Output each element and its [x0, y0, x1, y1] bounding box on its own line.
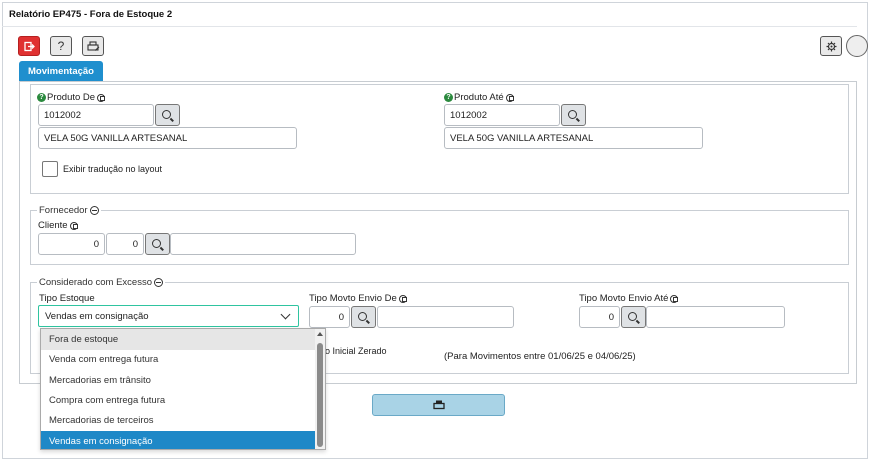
search-icon [568, 109, 577, 119]
help-button[interactable]: ? [50, 36, 72, 56]
produto-de-code-input[interactable]: 1012002 [38, 104, 154, 126]
print-button[interactable] [82, 36, 104, 56]
produto-ate-desc-field[interactable]: VELA 50G VANILLA ARTESANAL [444, 127, 703, 149]
produto-ate-label: ? Produto Até [444, 92, 514, 103]
dropdown-option[interactable]: Fora de estoque [41, 329, 316, 350]
tipo-estoque-select[interactable]: Vendas em consignação [38, 305, 299, 327]
produto-ate-code-input[interactable]: 1012002 [444, 104, 560, 126]
produto-de-desc-field[interactable]: VELA 50G VANILLA ARTESANAL [38, 127, 297, 149]
produto-de-label: ? Produto De [37, 92, 106, 103]
tipo-movto-ate-desc-field[interactable] [646, 306, 785, 328]
tipo-movto-de-desc-field[interactable] [377, 306, 514, 328]
generate-report-button[interactable] [372, 394, 505, 416]
fornecedor-legend-text: Fornecedor [39, 205, 88, 216]
copy-icon[interactable] [398, 294, 407, 303]
excesso-legend-text: Considerado com Excesso [39, 277, 152, 288]
window-title: Relatório EP475 - Fora de Estoque 2 [9, 9, 173, 20]
tipo-movto-de-label: Tipo Movto Envio De [309, 293, 407, 304]
tipo-estoque-value: Vendas em consignação [45, 310, 149, 322]
cliente-search-button[interactable] [145, 233, 170, 255]
tab-movimentacao[interactable]: Movimentação [19, 61, 103, 82]
tipo-movto-ate-label: Tipo Movto Envio Até [579, 293, 679, 304]
copy-icon[interactable] [670, 294, 679, 303]
exit-button[interactable] [18, 36, 40, 56]
search-icon [628, 311, 637, 321]
tipo-estoque-label: Tipo Estoque [39, 293, 95, 304]
title-divider [2, 26, 857, 27]
produto-ate-text: Produto Até [454, 92, 504, 103]
copy-icon[interactable] [97, 93, 106, 102]
saldo-inicial-zerado-label: o Inicial Zerado [325, 346, 387, 356]
traducao-label: Exibir tradução no layout [63, 164, 163, 174]
scrollbar-thumb[interactable] [317, 343, 323, 447]
search-icon [162, 109, 171, 119]
dropdown-option[interactable]: Venda com entrega futura [41, 349, 316, 370]
search-icon [152, 238, 161, 248]
help-circle-icon[interactable]: ? [444, 93, 453, 102]
cliente-code-input[interactable]: 0 [38, 233, 105, 255]
tipo-movto-ate-search-button[interactable] [621, 306, 646, 328]
cliente-name-field[interactable] [170, 233, 356, 255]
tipo-movto-de-input[interactable]: 0 [309, 306, 350, 328]
periodo-text: (Para Movimentos entre 01/06/25 e 04/06/… [444, 351, 636, 362]
traducao-checkbox[interactable] [42, 161, 58, 177]
settings-button[interactable] [820, 36, 842, 56]
tipo-movto-ate-text: Tipo Movto Envio Até [579, 293, 669, 304]
extra-options-button[interactable] [846, 35, 868, 57]
gear-icon [826, 41, 836, 51]
produto-ate-search-button[interactable] [561, 104, 586, 126]
collapse-icon[interactable] [89, 206, 99, 215]
chevron-down-icon [280, 309, 291, 319]
collapse-icon[interactable] [154, 278, 163, 287]
print-icon [432, 400, 445, 410]
cliente-store-input[interactable]: 0 [106, 233, 144, 255]
dropdown-option[interactable]: Mercadorias de terceiros [41, 410, 316, 431]
copy-icon[interactable] [505, 93, 514, 102]
help-circle-icon[interactable]: ? [37, 93, 46, 102]
search-icon [358, 311, 367, 321]
tipo-movto-de-text: Tipo Movto Envio De [309, 293, 397, 304]
exit-icon [23, 41, 35, 51]
excesso-legend: Considerado com Excesso [37, 277, 165, 288]
cliente-label: Cliente [38, 220, 78, 231]
produto-de-search-button[interactable] [155, 104, 180, 126]
dropdown-scrollbar[interactable] [315, 329, 325, 449]
produto-de-text: Produto De [47, 92, 96, 103]
tipo-movto-ate-input[interactable]: 0 [579, 306, 620, 328]
copy-icon[interactable] [69, 221, 78, 230]
tipo-movto-de-search-button[interactable] [351, 306, 376, 328]
dropdown-option[interactable]: Compra com entrega futura [41, 390, 316, 411]
print-icon [86, 40, 99, 51]
cliente-text: Cliente [38, 220, 68, 231]
dropdown-option-selected[interactable]: Vendas em consignação [41, 431, 316, 449]
dropdown-option[interactable]: Mercadorias em trânsito [41, 370, 316, 391]
scroll-up-arrow-icon[interactable] [317, 332, 323, 336]
fornecedor-legend: Fornecedor [37, 205, 101, 216]
tipo-estoque-dropdown-list[interactable]: Fora de estoque Venda com entrega futura… [40, 328, 326, 450]
